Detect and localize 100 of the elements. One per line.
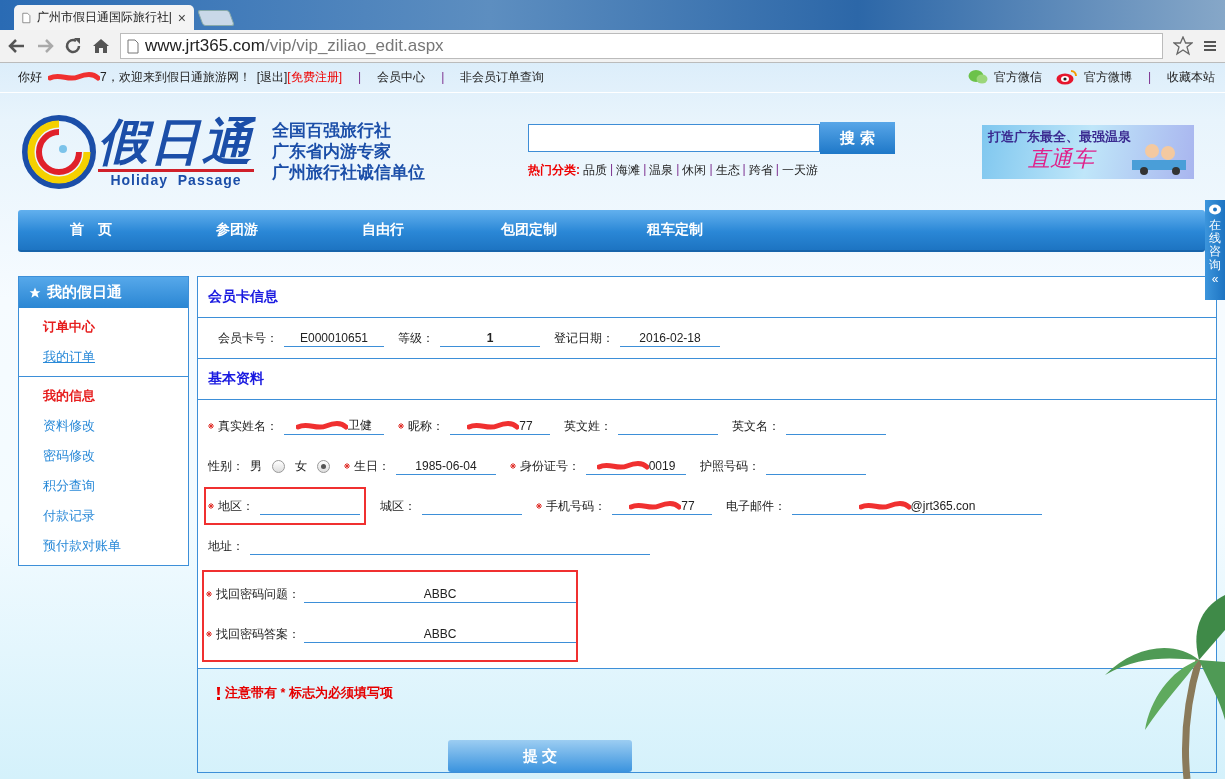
input-field[interactable]: ABBC bbox=[304, 585, 576, 603]
nav-item[interactable]: 自由行 bbox=[310, 210, 456, 250]
field-label: 身份证号： bbox=[520, 457, 580, 475]
reload-icon[interactable] bbox=[64, 37, 82, 55]
radio-label: 男 bbox=[250, 457, 262, 475]
weibo-link[interactable]: 官方微博 bbox=[1083, 68, 1132, 86]
field-value: 77 bbox=[681, 498, 695, 513]
chat-bubbles-icon[interactable] bbox=[967, 69, 988, 85]
required-notice: 注意带有 * 标志为必须填写项 bbox=[225, 685, 393, 702]
field-label: 真实姓名： bbox=[218, 417, 278, 435]
forward-icon[interactable] bbox=[36, 38, 54, 54]
new-tab-button[interactable] bbox=[197, 10, 235, 26]
sidebar-heading[interactable]: 订单中心 bbox=[43, 312, 188, 342]
header-link[interactable]: 会员中心 bbox=[377, 68, 426, 86]
hot-label: 热门分类: bbox=[528, 162, 580, 179]
browser-tab[interactable]: 广州市假日通国际旅行社| × bbox=[14, 5, 194, 30]
url-path: /vip/vip_ziliao_edit.aspx bbox=[265, 36, 444, 55]
close-button[interactable]: × bbox=[177, 9, 186, 26]
section-title: 基本资料 bbox=[208, 370, 264, 388]
separator: | bbox=[775, 162, 779, 178]
banner-headline: 打造广东最全、最强温泉 bbox=[988, 127, 1131, 146]
radio-label: 女 bbox=[295, 457, 307, 475]
sidebar-item[interactable]: 密码修改 bbox=[43, 441, 188, 471]
separator: | bbox=[441, 70, 445, 84]
category-link[interactable]: 品质 bbox=[583, 162, 607, 179]
field-label: 电子邮件： bbox=[726, 497, 786, 515]
chat-icon bbox=[1208, 204, 1222, 216]
welcome-text: 7，欢迎来到假日通旅游网！ bbox=[100, 68, 251, 86]
sidebar-item[interactable]: 我的订单 bbox=[43, 342, 188, 372]
separator: | bbox=[676, 162, 680, 178]
slogan-text: 广州旅行社诚信单位 bbox=[272, 162, 426, 183]
swirl-logo-icon bbox=[22, 114, 96, 189]
category-link[interactable]: 生态 bbox=[715, 162, 740, 179]
field-value: 77 bbox=[519, 418, 533, 433]
input-field[interactable]: 0019 bbox=[586, 457, 686, 475]
field-value: ABBC bbox=[423, 626, 457, 641]
field-label: 地址： bbox=[208, 537, 244, 555]
hot-spring-banner[interactable]: 打造广东最全、最强温泉 直通车 bbox=[982, 124, 1194, 179]
bookmark-link[interactable]: 收藏本站 bbox=[1167, 68, 1215, 86]
field-label: 英文姓： bbox=[564, 417, 612, 435]
field-label: 找回密码问题： bbox=[216, 585, 300, 603]
field-label: 英文名： bbox=[732, 417, 780, 435]
logo-subtitle: Holiday Passage bbox=[110, 172, 242, 188]
field-label: 手机号码： bbox=[546, 497, 606, 515]
field-label: 城区： bbox=[380, 497, 416, 515]
category-link[interactable]: 休闲 bbox=[682, 162, 707, 179]
input-field[interactable]: @jrt365.con bbox=[792, 497, 1042, 515]
radio-button[interactable] bbox=[317, 459, 330, 473]
input-field[interactable]: E000010651 bbox=[284, 329, 384, 347]
input-field[interactable]: 1 bbox=[440, 329, 540, 347]
input-field[interactable]: ABBC bbox=[304, 625, 576, 643]
field-value: 1985-06-04 bbox=[415, 458, 477, 473]
field-label: 地区： bbox=[218, 497, 254, 515]
category-link[interactable]: 海滩 bbox=[616, 162, 641, 179]
sidebar-heading[interactable]: 我的信息 bbox=[43, 381, 188, 411]
field-value: @jrt365.con bbox=[910, 498, 976, 513]
address-bar[interactable]: www.jrt365.com/vip/vip_ziliao_edit.aspx bbox=[120, 33, 1163, 59]
back-icon[interactable] bbox=[8, 38, 26, 54]
greeting-text: 你好 bbox=[18, 68, 42, 86]
search-field[interactable] bbox=[528, 124, 820, 152]
sidebar-item[interactable]: 付款记录 bbox=[43, 501, 188, 531]
page-icon bbox=[22, 10, 31, 25]
wechat-link[interactable]: 官方微信 bbox=[993, 68, 1042, 86]
logo-text: 假日通 bbox=[98, 115, 254, 172]
input-field[interactable]: 卫健 bbox=[284, 417, 384, 435]
menu-icon[interactable] bbox=[1203, 39, 1217, 53]
slogan-text: 全国百强旅行社 bbox=[272, 120, 392, 141]
sidebar-item[interactable]: 预付款对账单 bbox=[43, 531, 188, 561]
category-link[interactable]: 温泉 bbox=[649, 162, 674, 179]
input-field[interactable]: 2016-02-18 bbox=[620, 329, 720, 347]
page-icon bbox=[127, 38, 139, 54]
field-label: 会员卡号： bbox=[218, 329, 278, 347]
field-label: 昵称： bbox=[408, 417, 444, 435]
input-field[interactable]: 77 bbox=[612, 497, 712, 515]
separator: | bbox=[643, 162, 647, 178]
radio-button[interactable] bbox=[272, 459, 285, 473]
category-link[interactable]: 一天游 bbox=[781, 162, 818, 179]
url-host: www.jrt365.com bbox=[145, 36, 265, 55]
sidebar-item[interactable]: 积分查询 bbox=[43, 471, 188, 501]
header-link[interactable]: 非会员订单查询 bbox=[460, 68, 545, 86]
home-icon[interactable] bbox=[92, 38, 110, 54]
separator: | bbox=[709, 162, 713, 178]
field-label: 护照号码： bbox=[700, 457, 760, 475]
input-field[interactable]: 1985-06-04 bbox=[396, 457, 496, 475]
eye-logo-icon[interactable] bbox=[1055, 69, 1078, 85]
field-label: 性别： bbox=[208, 457, 244, 475]
slogan-text: 广东省内游专家 bbox=[272, 141, 392, 162]
category-link[interactable]: 跨省 bbox=[748, 162, 773, 179]
field-label: 等级： bbox=[398, 329, 434, 347]
field-value: 1 bbox=[486, 330, 494, 345]
input-field[interactable]: 77 bbox=[450, 417, 550, 435]
redaction-scribble bbox=[48, 71, 100, 83]
separator: | bbox=[742, 162, 746, 178]
sidebar-item[interactable]: 资料修改 bbox=[43, 411, 188, 441]
register-link[interactable]: [免费注册] bbox=[287, 68, 343, 86]
separator: | bbox=[1147, 70, 1151, 84]
star-icon bbox=[29, 286, 41, 299]
field-value: 2016-02-18 bbox=[639, 330, 701, 345]
bookmark-star-icon[interactable] bbox=[1173, 36, 1193, 56]
logout-link[interactable]: [退出] bbox=[256, 68, 288, 86]
